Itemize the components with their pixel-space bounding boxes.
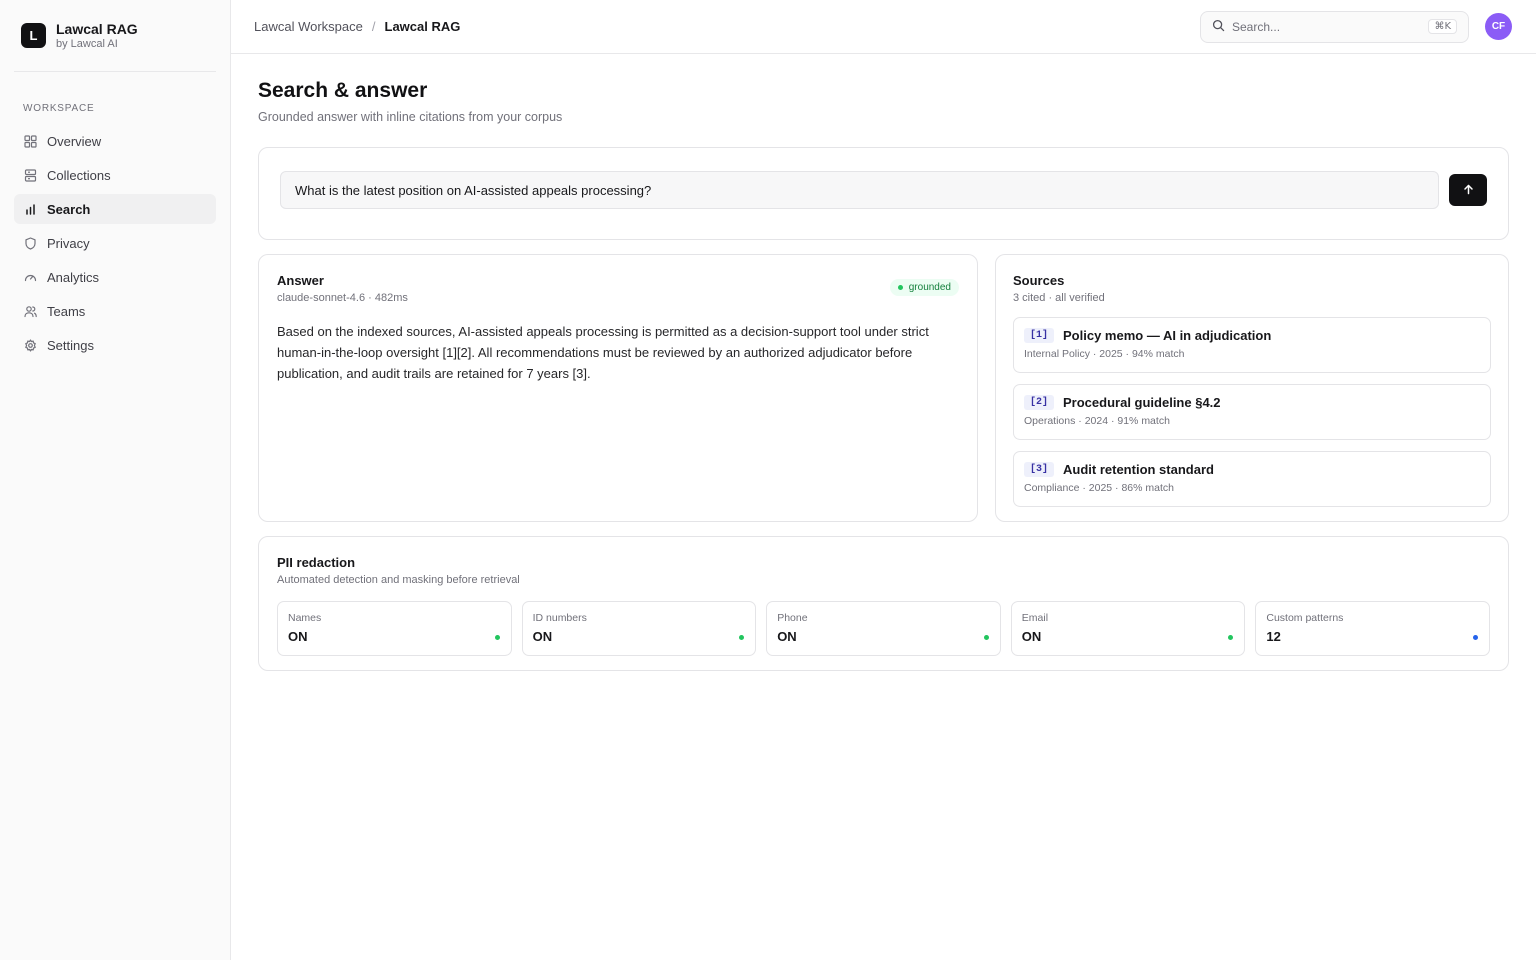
main-area: Lawcal Workspace / Lawcal RAG ⌘K CF Sear… — [231, 0, 1536, 960]
source-meta: Operations · 2024 · 91% match — [1024, 415, 1170, 427]
pii-grid: Names ON ID numbers ON Phone ON Email ON — [277, 601, 1490, 656]
sidebar-item-label: Overview — [47, 133, 102, 149]
pii-tile-label: Email — [1021, 612, 1049, 624]
source-item[interactable]: [2] Procedural guideline §4.2 Operations… — [1013, 384, 1491, 440]
shield-icon — [23, 236, 37, 250]
source-title: Policy memo — AI in adjudication — [1063, 328, 1272, 343]
pii-tile-email[interactable]: Email ON — [1010, 601, 1246, 656]
brand-name: Lawcal RAG — [56, 20, 138, 37]
sidebar: L Lawcal RAG by Lawcal AI WORKSPACE Over… — [0, 0, 231, 960]
sidebar-item-label: Settings — [47, 337, 94, 353]
pii-tile-value: ON — [777, 629, 797, 644]
topbar: Lawcal Workspace / Lawcal RAG ⌘K CF — [231, 0, 1536, 54]
sidebar-nav: Overview Collections Search Privacy Anal… — [14, 126, 216, 360]
bar-chart-icon — [23, 202, 37, 216]
pii-tile-value: ON — [532, 629, 553, 644]
status-dot — [983, 635, 989, 640]
answer-title: Answer — [277, 273, 324, 288]
sidebar-item-settings[interactable]: Settings — [14, 330, 216, 360]
search-shortcut: ⌘K — [1428, 19, 1457, 34]
search-input[interactable] — [1232, 19, 1422, 34]
brand-subtitle: by Lawcal AI — [56, 37, 118, 50]
source-item[interactable]: [1] Policy memo — AI in adjudication Int… — [1013, 317, 1491, 373]
sources-meta: 3 cited · all verified — [1013, 292, 1105, 304]
answer-text: Based on the indexed sources, AI-assiste… — [277, 324, 929, 381]
source-meta: Internal Policy · 2025 · 94% match — [1024, 348, 1185, 360]
arrow-up-icon — [1463, 183, 1474, 198]
brand-logo: L — [21, 23, 46, 48]
status-badge: grounded — [889, 279, 959, 296]
nav-section-label: WORKSPACE — [23, 103, 95, 114]
source-meta: Compliance · 2025 · 86% match — [1024, 482, 1174, 494]
pii-tile-custom-patterns[interactable]: Custom patterns 12 — [1255, 601, 1490, 656]
sidebar-item-collections[interactable]: Collections — [14, 160, 216, 190]
status-badge-label: grounded — [908, 282, 951, 293]
content: Search & answer Grounded answer with inl… — [231, 54, 1536, 671]
sidebar-item-label: Analytics — [47, 269, 100, 285]
pii-tile-label: Names — [288, 612, 322, 624]
citation-tag: [3] — [1024, 462, 1055, 477]
sidebar-item-label: Search — [47, 201, 91, 217]
pii-title: PII redaction — [277, 555, 356, 570]
sidebar-item-teams[interactable]: Teams — [14, 296, 216, 326]
breadcrumb-separator: / — [371, 19, 376, 34]
pii-tile-label: Phone — [777, 612, 808, 624]
breadcrumb-current: Lawcal RAG — [384, 19, 461, 34]
query-card — [258, 147, 1509, 240]
sidebar-item-label: Teams — [47, 303, 86, 319]
status-dot — [897, 285, 903, 290]
status-dot — [1472, 635, 1478, 640]
citation-tag: [1] — [1024, 328, 1055, 343]
status-dot — [494, 635, 500, 640]
avatar[interactable]: CF — [1485, 13, 1512, 40]
pii-tile-value: 12 — [1266, 629, 1281, 644]
sidebar-item-privacy[interactable]: Privacy — [14, 228, 216, 258]
global-search[interactable]: ⌘K — [1200, 10, 1469, 43]
breadcrumb-workspace[interactable]: Lawcal Workspace — [254, 19, 363, 34]
gear-icon — [23, 338, 37, 352]
pii-redaction-card: PII redaction Automated detection and ma… — [258, 536, 1509, 671]
sources-card: Sources 3 cited · all verified [1] Polic… — [995, 254, 1509, 522]
pii-tile-value: ON — [288, 629, 308, 644]
citation-tag: [2] — [1024, 395, 1055, 410]
sources-title: Sources — [1013, 273, 1065, 288]
source-list: [1] Policy memo — AI in adjudication Int… — [1013, 317, 1491, 507]
page-subtitle: Grounded answer with inline citations fr… — [258, 110, 563, 124]
query-input[interactable] — [280, 171, 1439, 209]
brand[interactable]: L Lawcal RAG by Lawcal AI — [14, 0, 216, 72]
pii-tile-label: Custom patterns — [1266, 612, 1344, 624]
sidebar-item-overview[interactable]: Overview — [14, 126, 216, 156]
submit-query-button[interactable] — [1449, 174, 1487, 206]
source-item[interactable]: [3] Audit retention standard Compliance … — [1013, 451, 1491, 507]
search-icon — [1212, 19, 1225, 35]
pii-tile-label: ID numbers — [532, 612, 587, 624]
users-icon — [23, 304, 37, 318]
source-title: Procedural guideline §4.2 — [1063, 395, 1221, 410]
grid-icon — [23, 134, 37, 148]
pii-tile-names[interactable]: Names ON — [277, 601, 512, 656]
pii-subtitle: Automated detection and masking before r… — [277, 574, 520, 586]
gauge-icon — [23, 270, 37, 284]
pii-tile-phone[interactable]: Phone ON — [766, 601, 1001, 656]
sidebar-item-analytics[interactable]: Analytics — [14, 262, 216, 292]
page-title: Search & answer — [258, 79, 428, 102]
answer-meta: claude-sonnet-4.6 · 482ms — [277, 292, 408, 304]
pii-tile-value: ON — [1021, 629, 1042, 644]
sidebar-item-label: Privacy — [47, 235, 90, 251]
pii-tile-id-numbers[interactable]: ID numbers ON — [521, 601, 757, 656]
answer-card: Answer claude-sonnet-4.6 · 482ms grounde… — [258, 254, 978, 522]
sidebar-item-label: Collections — [47, 167, 111, 183]
source-title: Audit retention standard — [1063, 462, 1214, 477]
database-icon — [23, 168, 37, 182]
breadcrumb: Lawcal Workspace / Lawcal RAG — [254, 19, 460, 34]
sidebar-item-search[interactable]: Search — [14, 194, 216, 224]
